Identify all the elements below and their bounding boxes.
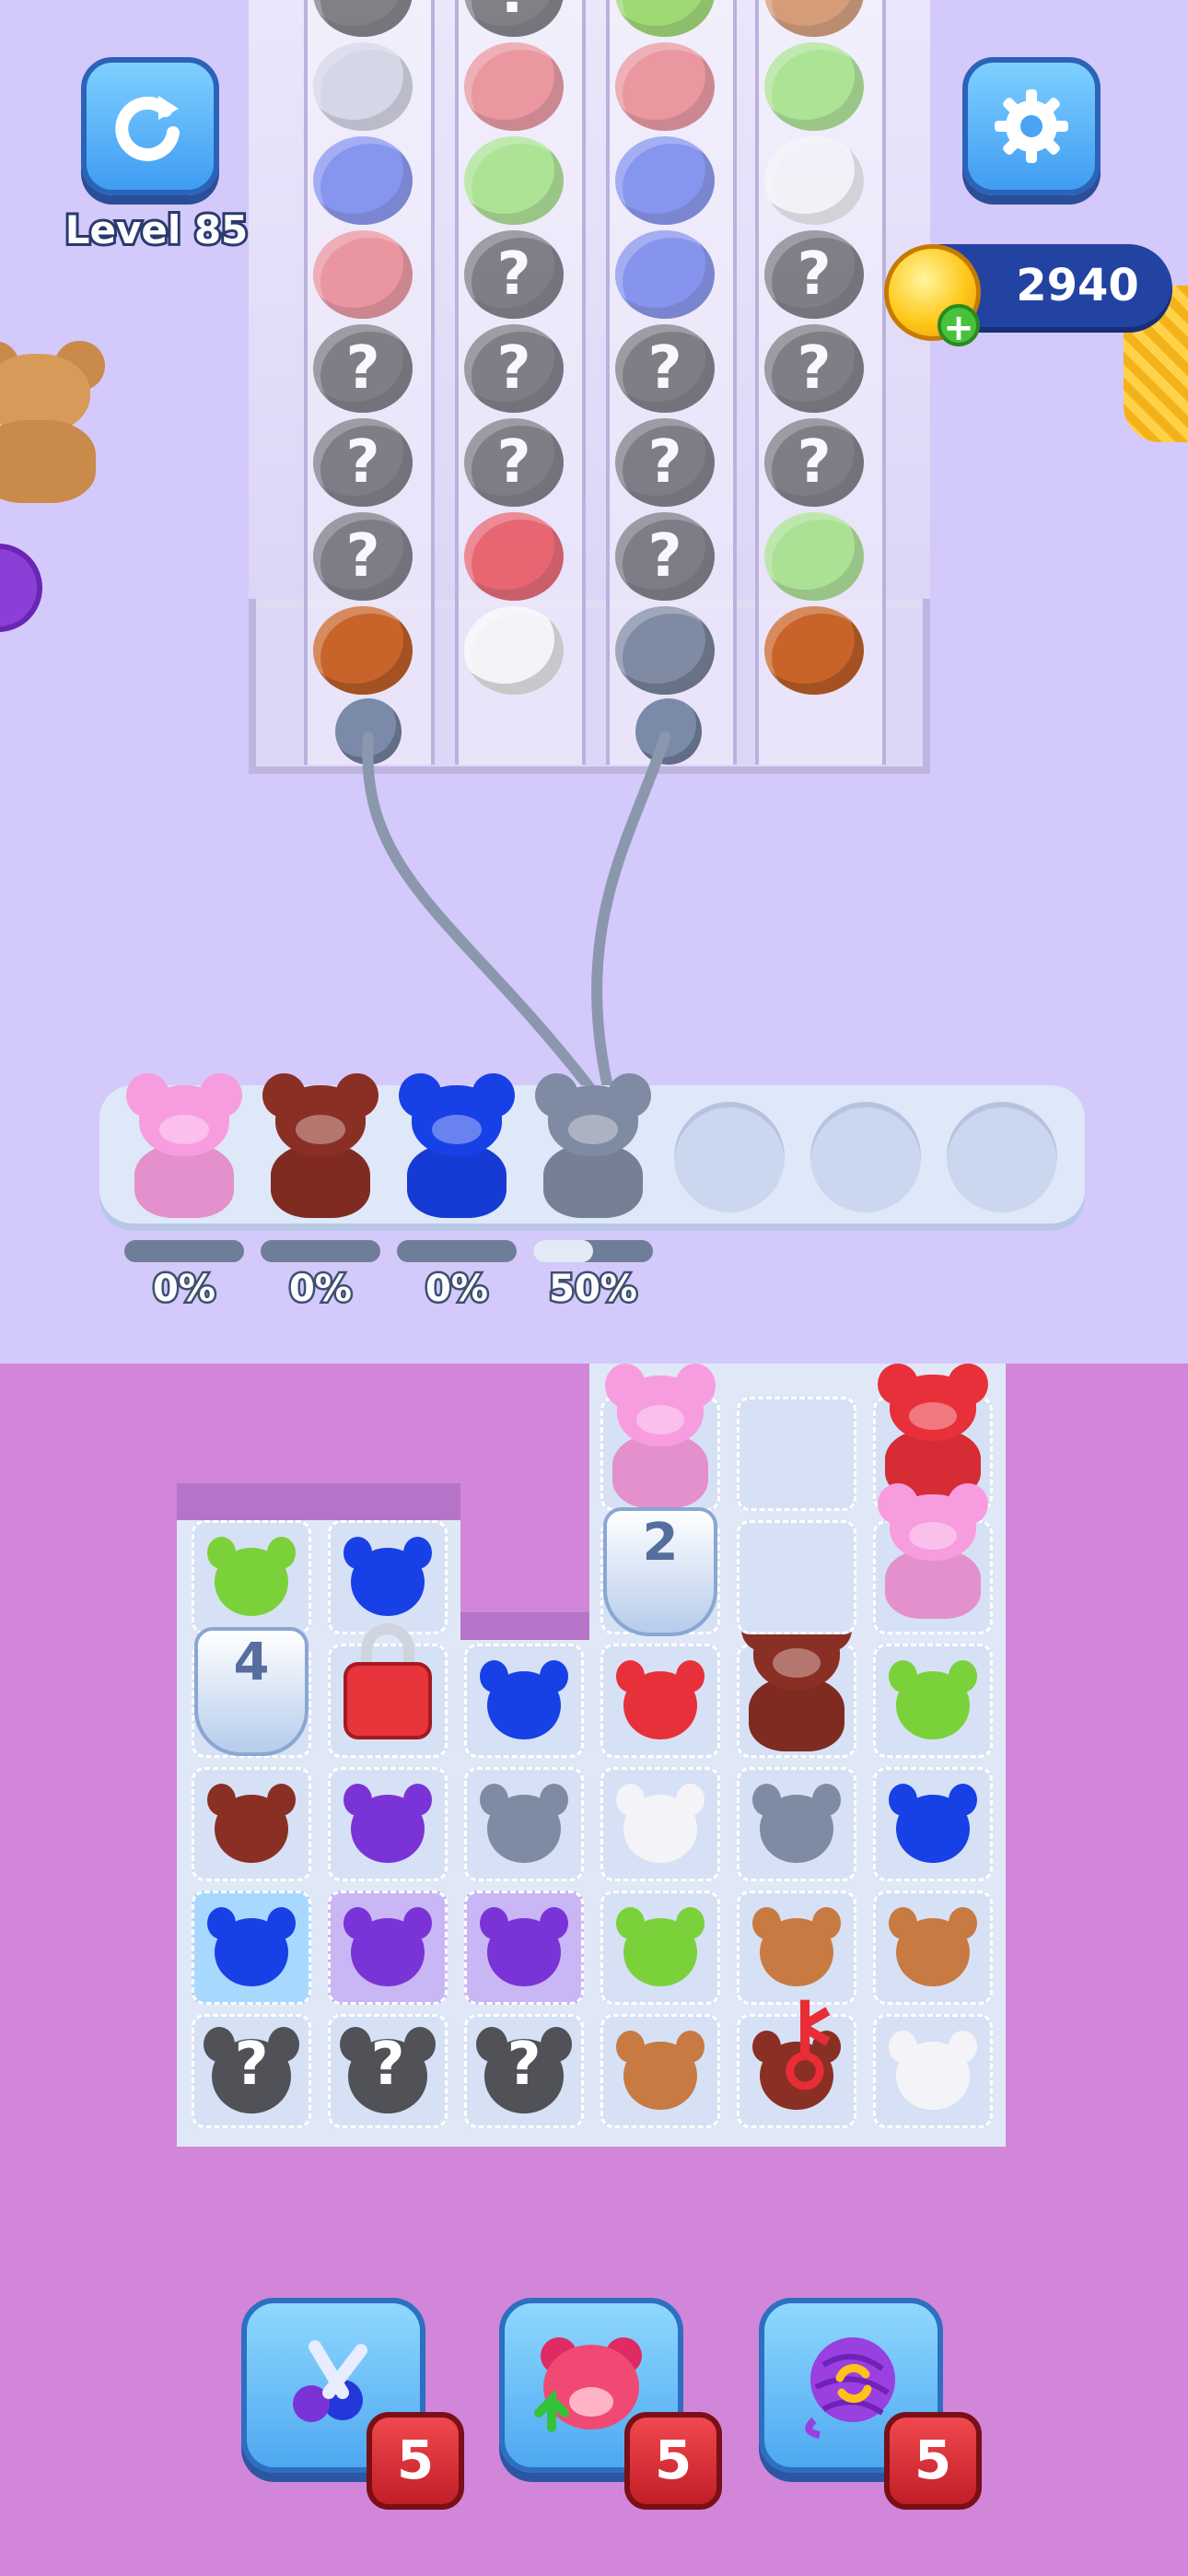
gear-icon (995, 89, 1068, 163)
bear-piece[interactable] (873, 1483, 993, 1622)
restart-button[interactable] (81, 57, 219, 195)
bear-head-piece[interactable] (204, 1784, 299, 1865)
board-notch-mid-edge (460, 1612, 589, 1640)
bear-head-piece[interactable] (612, 1907, 708, 1988)
bear-head-piece[interactable] (885, 1907, 981, 1988)
bear-head-piece[interactable] (340, 1784, 436, 1865)
progress-fill (533, 1240, 593, 1262)
lock-icon (344, 1662, 432, 1739)
bear-head-piece[interactable] (204, 1537, 299, 1618)
hidden-bear-piece[interactable]: ? (335, 2027, 440, 2115)
question-mark: ? (507, 2030, 542, 2099)
bear-cup[interactable]: 2 (603, 1507, 717, 1636)
progress-bar (261, 1240, 380, 1262)
tray-bear[interactable] (394, 1073, 519, 1221)
key-icon: ⚷ (764, 1977, 845, 2105)
bear-head-piece[interactable] (612, 1660, 708, 1741)
coin-amount: 2940 (1016, 260, 1139, 311)
hidden-bear-piece[interactable]: ? (199, 2027, 304, 2115)
bear-head-piece[interactable] (340, 1537, 436, 1618)
bear-piece[interactable] (873, 1364, 993, 1502)
tray-bear[interactable] (122, 1073, 247, 1221)
progress-bar (397, 1240, 517, 1262)
bear-head-piece[interactable] (476, 1784, 572, 1865)
board-cell (737, 1520, 856, 1634)
bear-piece[interactable] (600, 1364, 720, 1511)
bear-head-piece[interactable] (885, 1784, 981, 1865)
restart-arrow-icon (115, 96, 180, 161)
bear-head-piece[interactable] (204, 1907, 299, 1988)
progress-label: 50% (547, 1266, 640, 1313)
empty-slot[interactable] (674, 1102, 785, 1212)
bear-head-piece[interactable] (885, 1660, 981, 1741)
progress-bar (124, 1240, 244, 1262)
bear-head-piece[interactable] (749, 1784, 844, 1865)
level-label: Level 85 (63, 205, 251, 255)
bear-head-piece[interactable] (476, 1907, 572, 1988)
question-mark: ? (234, 2030, 269, 2099)
add-coins-button[interactable]: + (938, 304, 980, 348)
board-cell (737, 1397, 856, 1511)
settings-button[interactable] (962, 57, 1101, 195)
tray-bear[interactable] (530, 1073, 656, 1221)
bear-head-piece[interactable] (612, 1784, 708, 1865)
bear-head-piece[interactable] (340, 1907, 436, 1988)
board-notch-left (177, 1483, 460, 1520)
progress-label: 0% (151, 1266, 218, 1313)
progress-bar (533, 1240, 653, 1262)
booster-count-badge: 5 (624, 2412, 722, 2510)
question-mark: ? (370, 2030, 405, 2099)
booster-count-badge: 5 (367, 2412, 464, 2510)
bear-head-piece[interactable] (885, 2031, 981, 2112)
board-left-gap (177, 1364, 589, 1483)
bear-head-piece[interactable] (749, 1907, 844, 1988)
bear-head-piece[interactable] (612, 2031, 708, 2112)
bear-cup[interactable]: 4 (194, 1627, 309, 1756)
hidden-bear-piece[interactable]: ? (472, 2027, 577, 2115)
progress-label: 0% (424, 1266, 491, 1313)
empty-slot[interactable] (947, 1102, 1057, 1212)
booster-count-badge: 5 (884, 2412, 982, 2510)
tray-bear[interactable] (258, 1073, 383, 1221)
progress-label: 0% (287, 1266, 355, 1313)
bear-head-piece[interactable] (476, 1660, 572, 1741)
empty-slot[interactable] (810, 1102, 921, 1212)
